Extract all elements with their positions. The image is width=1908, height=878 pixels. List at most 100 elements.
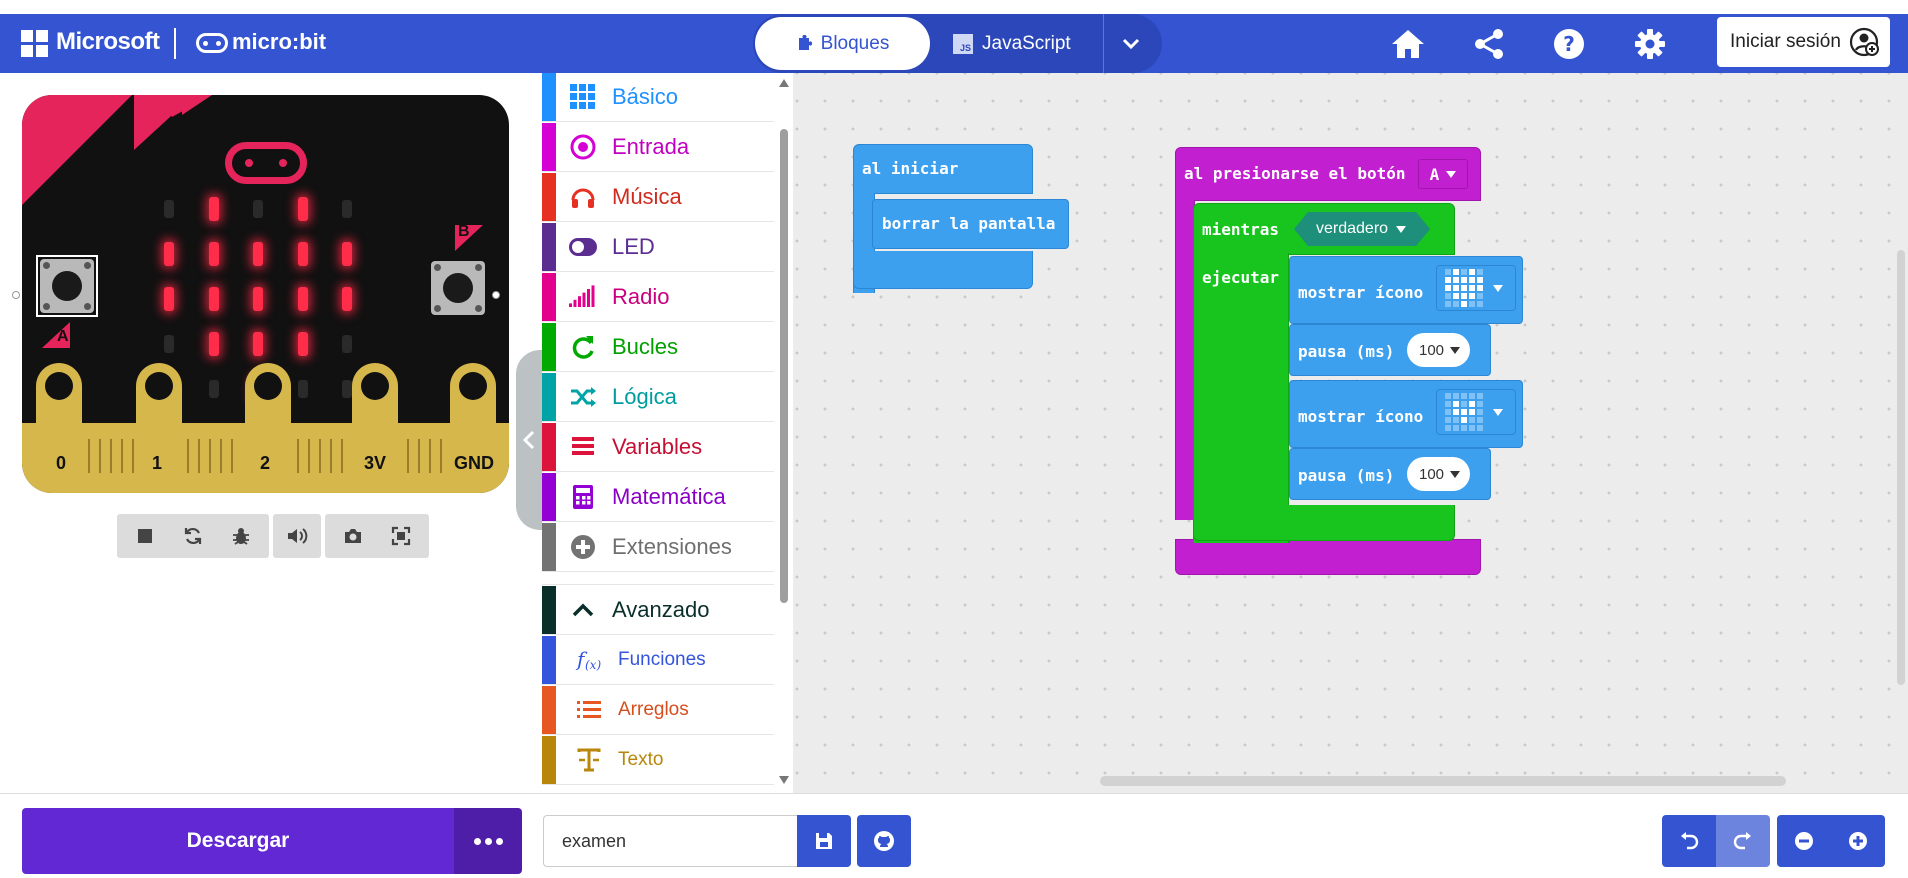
toolbox-category-led[interactable]: LED	[542, 223, 774, 272]
pin-label: GND	[454, 453, 494, 473]
editor-dropdown-button[interactable]	[1113, 26, 1149, 62]
button-b[interactable]	[431, 261, 485, 315]
debug-button[interactable]	[221, 516, 261, 556]
workspace-vertical-scrollbar[interactable]	[1897, 250, 1905, 685]
toolbox-category-básico[interactable]: Básico	[542, 73, 774, 122]
home-button[interactable]	[1388, 24, 1428, 64]
clear-screen-label: borrar la pantalla	[882, 214, 1056, 233]
scroll-down-icon[interactable]	[779, 776, 789, 784]
toolbox-category-bucles[interactable]: Bucles	[542, 323, 774, 372]
calculator-icon	[568, 482, 598, 512]
sign-in-label: Iniciar sesión	[1730, 31, 1841, 52]
pin-label: 2	[260, 453, 271, 473]
toolbox-category-funciones[interactable]: f (x) Funciones	[542, 636, 774, 685]
icon-picker-big-heart[interactable]	[1436, 265, 1516, 311]
toolbox-category-variables[interactable]: Variables	[542, 423, 774, 472]
pause-value-dropdown[interactable]: 100	[1407, 333, 1471, 367]
toolbox-separator	[542, 573, 774, 585]
text-icon	[574, 745, 604, 775]
icon-pixel	[1445, 277, 1451, 283]
while-footer	[1193, 505, 1455, 541]
zoom-in-button[interactable]	[1831, 815, 1885, 867]
fullscreen-button[interactable]	[381, 516, 421, 556]
toolbox-category-radio[interactable]: Radio	[542, 273, 774, 322]
toolbox-category-extensiones[interactable]: Extensiones	[542, 523, 774, 572]
led-1-2	[253, 242, 263, 266]
on-start-block[interactable]: al iniciar	[853, 144, 1033, 194]
icon-pixel	[1461, 425, 1467, 431]
tab-javascript[interactable]: JS JavaScript	[953, 17, 1103, 70]
button-b-label: B	[458, 223, 470, 240]
project-name-input[interactable]	[543, 815, 797, 867]
plus-circle-icon	[568, 532, 598, 562]
category-color-strip	[542, 586, 556, 634]
category-color-strip	[542, 686, 556, 734]
settings-button[interactable]	[1630, 24, 1670, 64]
category-label: Radio	[612, 284, 670, 309]
github-button[interactable]	[857, 815, 911, 867]
toolbox-category-lógica[interactable]: Lógica	[542, 373, 774, 422]
loop-icon	[568, 332, 598, 362]
function-icon: f (x)	[574, 645, 604, 675]
edge-tooth	[187, 439, 189, 473]
on-button-arm	[1175, 200, 1195, 520]
toolbox-scroll-thumb[interactable]	[780, 129, 788, 603]
sign-in-button[interactable]: Iniciar sesión	[1717, 17, 1890, 67]
pin-1[interactable]	[136, 363, 182, 423]
download-button[interactable]: Descargar	[22, 808, 454, 874]
toolbox-category-música[interactable]: Música	[542, 173, 774, 222]
toolbox-category-matemática[interactable]: Matemática	[542, 473, 774, 522]
led-1-1	[208, 242, 219, 266]
caret-down-icon	[1396, 226, 1406, 233]
edge-tooth	[440, 439, 442, 473]
save-button[interactable]	[797, 815, 851, 867]
on-start-footer	[853, 251, 1033, 289]
floppy-disk-icon	[816, 833, 832, 849]
on-button-label: al presionarse el botón	[1184, 164, 1406, 183]
pin-2[interactable]	[245, 363, 291, 423]
redo-button[interactable]	[1716, 815, 1770, 867]
pause-label: pausa (ms)	[1298, 342, 1395, 361]
collapse-simulator-button[interactable]	[516, 350, 542, 530]
pin-0[interactable]	[36, 363, 82, 423]
blocks-workspace[interactable]: al iniciar borrar la pantalla al presion…	[793, 73, 1908, 793]
icon-pixel	[1477, 301, 1483, 307]
undo-button[interactable]	[1662, 815, 1716, 867]
pin-3[interactable]	[352, 363, 398, 423]
stop-icon	[138, 529, 152, 543]
share-button[interactable]	[1469, 24, 1509, 64]
zoom-out-button[interactable]	[1777, 815, 1831, 867]
pin-4[interactable]	[450, 363, 496, 423]
scroll-up-icon[interactable]	[779, 79, 789, 87]
stop-button[interactable]	[125, 516, 165, 556]
board-logo-icon	[225, 142, 307, 184]
camera-icon	[345, 529, 361, 543]
shuffle-icon	[568, 382, 598, 412]
icon-pixel	[1477, 401, 1483, 407]
category-label: Entrada	[612, 134, 690, 159]
sound-button[interactable]	[277, 516, 317, 556]
icon-pixel	[1477, 293, 1483, 299]
toolbox-category-texto[interactable]: Texto	[542, 736, 774, 785]
tab-blocks[interactable]: Bloques	[755, 17, 930, 70]
help-button[interactable]: ?	[1549, 24, 1589, 64]
condition-dropdown[interactable]: verdadero	[1294, 212, 1430, 246]
toolbox-category-advanced[interactable]: Avanzado	[542, 586, 774, 635]
button-selector-dropdown[interactable]: A	[1418, 159, 1468, 189]
workspace-horizontal-scrollbar[interactable]	[1100, 776, 1786, 786]
toolbox-category-arreglos[interactable]: Arreglos	[542, 686, 774, 735]
makecode-editor: Microsoft micro:bit Bloques JS JavaScrip…	[0, 0, 1908, 878]
icon-picker-small-heart[interactable]	[1436, 389, 1516, 435]
icon-pixel	[1461, 277, 1467, 283]
zoom-group	[1777, 815, 1885, 867]
while-label: mientras	[1202, 220, 1280, 239]
pause-value-dropdown[interactable]: 100	[1407, 457, 1471, 491]
category-color-strip	[542, 73, 556, 121]
toolbox-category-entrada[interactable]: Entrada	[542, 123, 774, 172]
tab-blocks-label: Bloques	[820, 32, 890, 54]
screenshot-button[interactable]	[333, 516, 373, 556]
restart-button[interactable]	[173, 516, 213, 556]
clear-screen-block[interactable]: borrar la pantalla	[872, 199, 1069, 249]
more-options-button[interactable]	[454, 808, 522, 874]
brand-name: Microsoft	[56, 28, 160, 55]
